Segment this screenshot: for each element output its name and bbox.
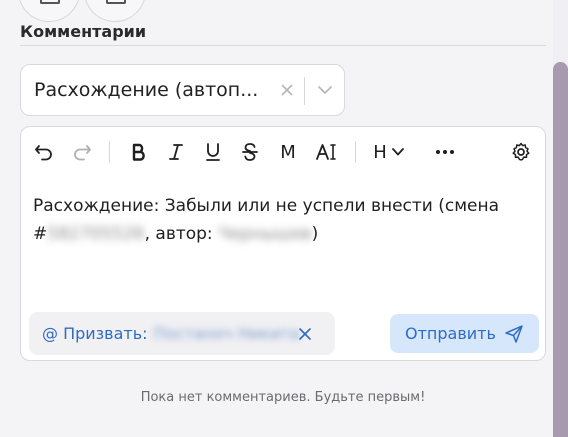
redo-icon[interactable] [69, 139, 95, 165]
send-button[interactable]: Отправить [390, 314, 539, 353]
mention-label: @ Призвать: [42, 324, 148, 343]
toolbar-separator [355, 141, 356, 163]
author-name-redacted: Чернышев [218, 224, 312, 244]
bold-icon[interactable] [126, 139, 152, 165]
more-icon[interactable] [432, 139, 458, 165]
paper-plane-icon [505, 325, 523, 343]
comment-line-1: Расхождение: Забыли или не успели внести… [33, 196, 500, 216]
section-title: Комментарии [20, 22, 147, 41]
comment-editor[interactable]: M H Расхождение: Забыли или не успели вн… [20, 126, 546, 361]
divider [20, 45, 546, 46]
close-icon[interactable] [295, 324, 315, 344]
closing-paren: ) [311, 224, 319, 244]
heading-label: H [373, 141, 387, 163]
document-icon [106, 0, 126, 4]
clear-icon[interactable] [275, 78, 299, 102]
scrollbar-thumb[interactable] [553, 62, 568, 437]
gear-icon[interactable] [508, 139, 534, 165]
underline-icon[interactable] [200, 139, 226, 165]
comments-panel: Комментарии Расхождение (автоп... M H Ра… [0, 0, 568, 437]
chevron-down-icon[interactable] [313, 78, 337, 102]
comment-type-select[interactable]: Расхождение (автоп... [20, 64, 345, 116]
mention-chip[interactable]: @ Призвать: Постаноч Никита [29, 312, 335, 355]
empty-state-text: Пока нет комментариев. Будьте первым! [140, 390, 426, 405]
text-size-icon[interactable] [312, 139, 342, 165]
attachment-button[interactable] [18, 0, 80, 22]
italic-icon[interactable] [163, 139, 189, 165]
markdown-button[interactable]: M [275, 139, 301, 165]
select-value: Расхождение (автоп... [34, 79, 259, 101]
document-icon [40, 0, 60, 4]
mention-user-redacted: Постаноч Никита [153, 324, 300, 343]
chevron-down-icon [391, 148, 404, 156]
history-button[interactable] [84, 0, 146, 22]
strikethrough-icon[interactable] [237, 139, 263, 165]
hash-symbol: # [33, 224, 48, 244]
send-label: Отправить [405, 324, 496, 343]
toolbar-separator [109, 141, 110, 163]
shift-number-redacted: 582705526 [47, 224, 145, 244]
comment-text[interactable]: Расхождение: Забыли или не успели внести… [33, 192, 533, 248]
undo-icon[interactable] [31, 139, 57, 165]
author-prefix: , автор: [144, 224, 219, 244]
select-separator [304, 77, 305, 105]
heading-dropdown[interactable]: H [369, 139, 409, 165]
